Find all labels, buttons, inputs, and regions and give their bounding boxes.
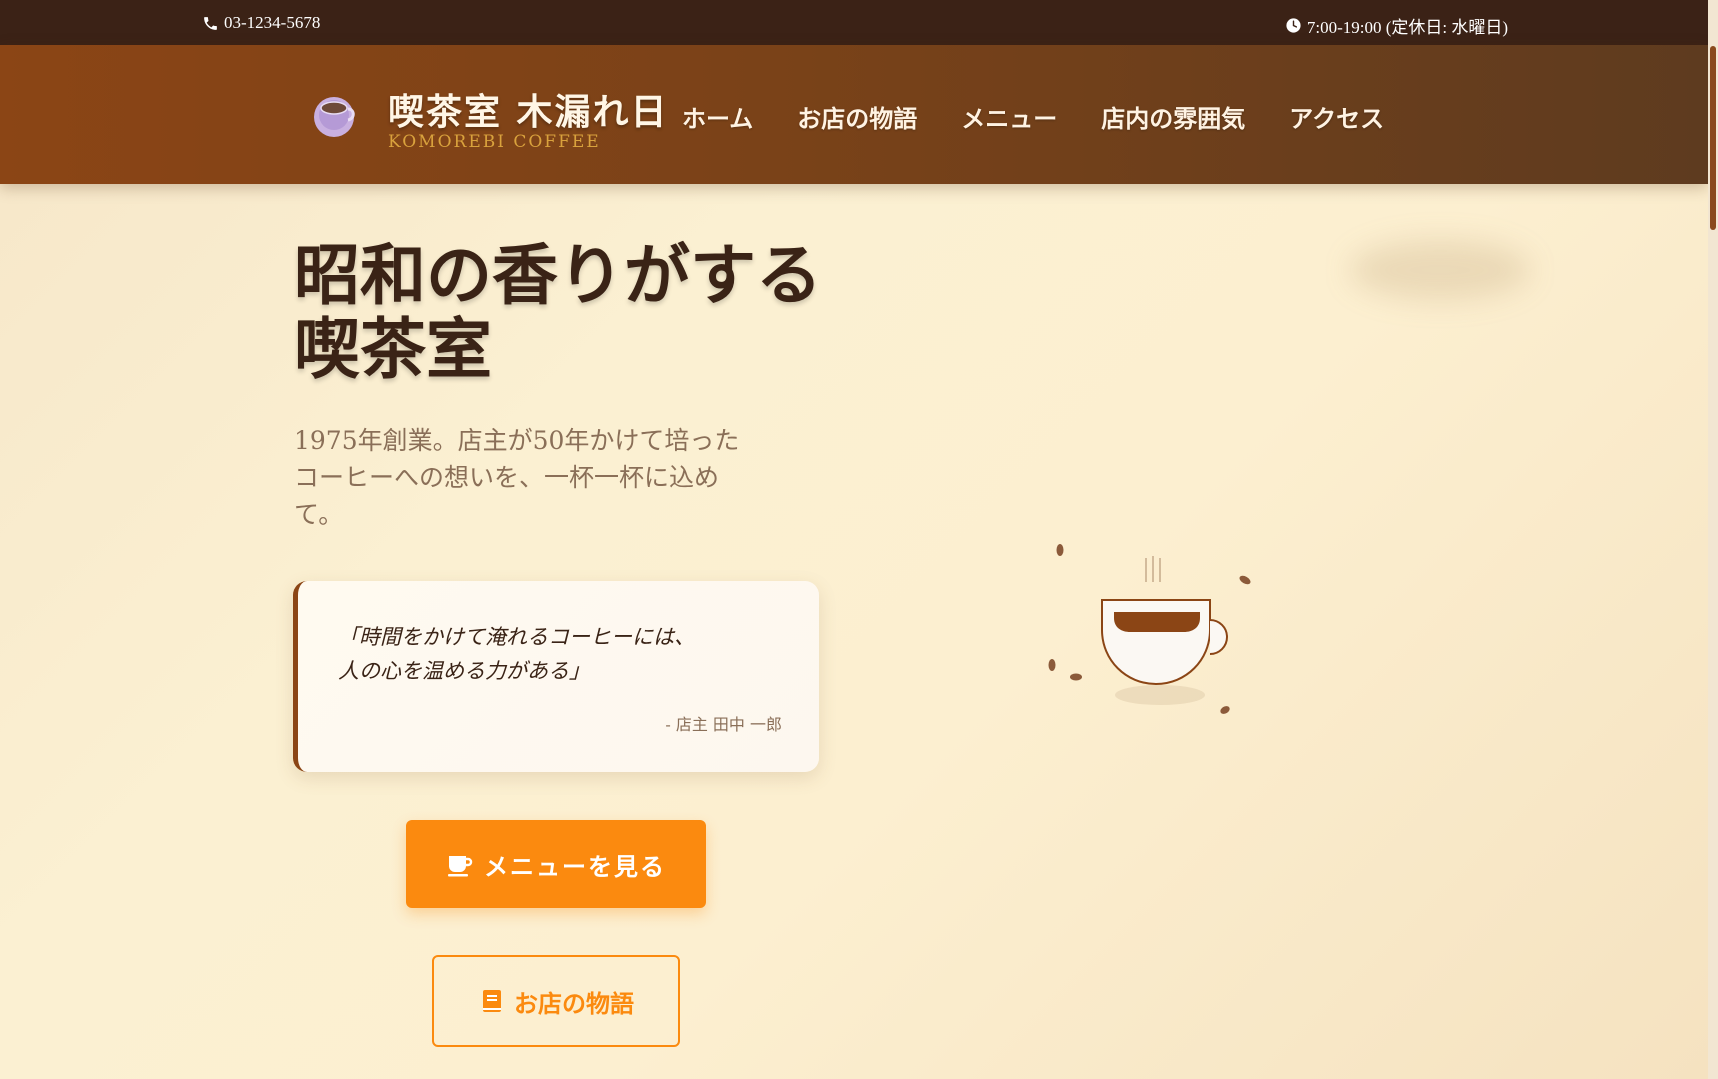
hero-title-line1: 昭和の香りがする — [294, 236, 822, 314]
quote-line1: 「時間をかけて淹れるコーヒーには、 — [338, 625, 695, 649]
nav-story[interactable]: お店の物語 — [797, 99, 917, 134]
owner-quote-card: 「時間をかけて淹れるコーヒーには、 人の心を温める力がある」 - 店主 田中 一… — [293, 581, 819, 772]
mug-icon — [448, 856, 473, 877]
top-info-bar: 03-1234-5678 7:00-19:00 (定休日: 水曜日) — [0, 0, 1708, 45]
quote-line2: 人の心を温める力がある」 — [338, 659, 590, 683]
nav-menu[interactable]: メニュー — [961, 99, 1057, 134]
quote-author: - 店主 田中 一郎 — [665, 715, 782, 734]
hours-text: 7:00-19:00 (定休日: 水曜日) — [1306, 18, 1508, 37]
brand-title[interactable]: 喫茶室 木漏れ日 — [388, 83, 669, 135]
brand-subtitle: KOMOREBI COFFEE — [388, 132, 601, 152]
nav-atmosphere[interactable]: 店内の雰囲気 — [1101, 99, 1245, 134]
our-story-button[interactable]: お店の物語 — [432, 955, 680, 1047]
book-icon — [483, 990, 501, 1012]
page-scrollbar[interactable] — [1708, 0, 1718, 1079]
view-menu-label: メニューを見る — [484, 851, 666, 881]
phone-icon — [204, 16, 217, 30]
coffee-cup-illustration — [1048, 544, 1251, 714]
site-header: 喫茶室 木漏れ日 KOMOREBI COFFEE ホーム お店の物語 メニュー … — [0, 45, 1708, 184]
coffee-cup-icon[interactable] — [310, 89, 362, 141]
hero-title-line2: 喫茶室 — [294, 310, 492, 388]
our-story-label: お店の物語 — [514, 988, 634, 1018]
nav-home[interactable]: ホーム — [682, 99, 753, 134]
nav-access[interactable]: アクセス — [1289, 99, 1384, 134]
hero-description: 1975年創業。店主が50年かけて培ったコーヒーへの想いを、一杯一杯に込めて。 — [294, 426, 740, 529]
opening-hours: 7:00-19:00 (定休日: 水曜日) — [1285, 13, 1508, 38]
view-menu-button[interactable]: メニューを見る — [406, 820, 706, 908]
scrollbar-thumb[interactable] — [1710, 46, 1716, 230]
main-nav: ホーム お店の物語 メニュー 店内の雰囲気 アクセス — [682, 99, 1384, 134]
phone-number: 03-1234-5678 — [224, 13, 321, 32]
hero-title: 昭和の香りがする 喫茶室 — [294, 238, 854, 386]
decorative-shadow — [1350, 240, 1530, 300]
phone-info[interactable]: 03-1234-5678 — [202, 13, 320, 33]
quote-text: 「時間をかけて淹れるコーヒーには、 人の心を温める力がある」 — [338, 620, 778, 688]
clock-icon — [1286, 18, 1301, 33]
